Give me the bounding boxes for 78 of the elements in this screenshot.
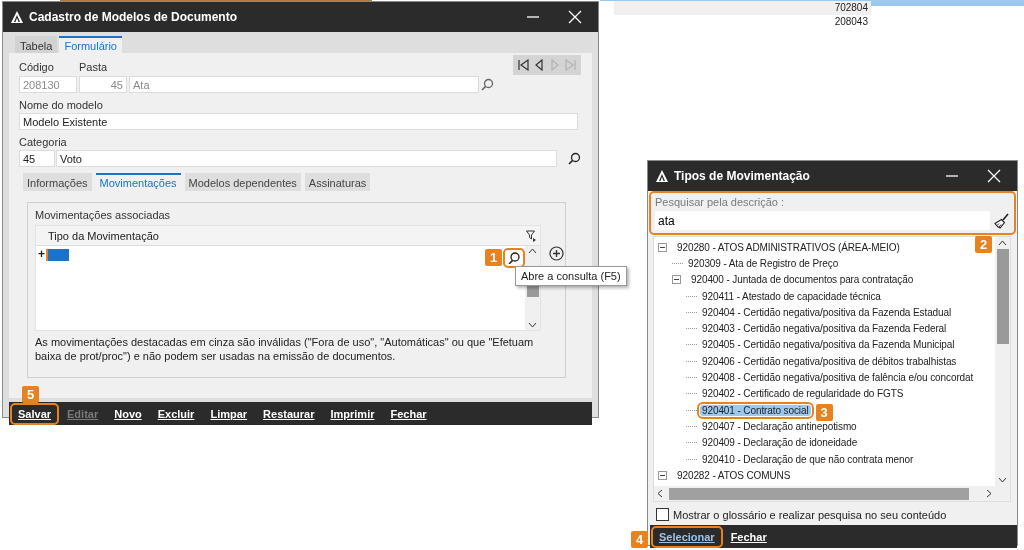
tab[interactable]: Informações [23, 173, 92, 191]
first-record-icon[interactable] [517, 59, 529, 71]
input-field[interactable]: Voto [55, 150, 558, 167]
search-field[interactable]: ata [655, 211, 990, 230]
tab[interactable]: Formulário [59, 36, 122, 53]
add-icon[interactable] [549, 246, 564, 261]
scroll-right-icon[interactable] [986, 489, 992, 498]
tree-item[interactable]: 920407 - Declaração antinepotismo [700, 420, 859, 432]
tree-item[interactable]: 920402 - Certificado de regularidade do FGTS [700, 388, 906, 400]
toolbar-button[interactable]: Excluir [151, 404, 201, 423]
field-label: Pasta [79, 61, 109, 74]
app-logo-icon [11, 11, 23, 23]
toolbar-button[interactable]: Salvar [12, 404, 58, 423]
column-header: Tipo da Movimentação [48, 229, 159, 242]
toolbar-button[interactable]: Novo [108, 404, 148, 423]
toolbar-button[interactable]: Restaurar [257, 404, 321, 423]
tree-item[interactable]: 920400 - Juntada de documentos para contratação [689, 274, 916, 286]
toolbar-button[interactable]: Fechar [724, 527, 773, 546]
callout-badge: 4 [631, 530, 648, 548]
tab[interactable]: Modelos dependentes [184, 173, 301, 191]
toolbar-button[interactable]: Limpar [204, 404, 254, 423]
scroll-down-icon[interactable] [998, 477, 1007, 483]
table-cell: 702804 [614, 1, 871, 15]
field-label: Categoria [19, 136, 68, 149]
window-title: Tipos de Movimentação [674, 169, 811, 183]
tree-item[interactable]: 920280 - ATOS ADMINISTRATIVOS (ÁREA-MEIO) [675, 241, 902, 253]
scroll-thumb[interactable] [996, 249, 1009, 344]
callout-badge: 1 [485, 249, 502, 266]
tree-item[interactable]: 920401 - Contrato social [700, 404, 811, 416]
broom-icon[interactable] [994, 212, 1010, 229]
collapse-icon[interactable] [658, 470, 667, 480]
callout-badge: 3 [815, 403, 833, 421]
tree-item[interactable]: 920410 - Declaração de que não contrata menor [700, 453, 916, 465]
field-label: Pesquisar pela descrição : [655, 196, 785, 209]
tooltip: Abre a consulta (F5) [515, 266, 627, 286]
table-cell-text: 208043 [833, 15, 869, 29]
tree-item[interactable]: 920409 - Declaração de idoneidade [700, 437, 860, 449]
close-icon[interactable] [568, 10, 582, 24]
checkbox[interactable] [656, 508, 669, 521]
collapse-icon[interactable] [658, 242, 667, 252]
search-icon[interactable] [568, 151, 582, 166]
checkbox-label: Mostrar o glossário e realizar pesquisa no seu conteúdo [673, 508, 947, 521]
field-label: Código [19, 61, 55, 74]
scroll-up-icon[interactable] [998, 240, 1007, 246]
tree-item[interactable]: 920406 - Certidão negativa/positiva de débitos trabalhistas [700, 355, 959, 367]
window-title: Cadastro de Modelos de Documento [29, 10, 239, 24]
scroll-left-icon[interactable] [657, 489, 663, 498]
tab[interactable]: Assinaturas [304, 173, 371, 191]
callout-badge: 2 [975, 236, 992, 253]
input-field[interactable]: 45 [19, 150, 55, 167]
info-text: As movimentações destacadas em cinza são inválidas ("Fora de uso", "Automáticas" ou que "Efetuam baixa de prot/proc") e não podem ser usadas na emissão de documentos. [35, 335, 535, 363]
group-title: Movimentações associadas [35, 209, 172, 222]
field-label: Nome do modelo [19, 99, 104, 112]
tree-item[interactable]: 920405 - Certidão negativa/positiva da Fazenda Municipal [700, 339, 957, 351]
tree-item[interactable]: 920309 - Ata de Registro de Preço [686, 257, 841, 269]
toolbar-button[interactable]: Imprimir [324, 404, 381, 423]
collapse-icon[interactable] [672, 275, 681, 285]
tab[interactable]: Tabela [15, 36, 58, 53]
app-logo-icon [656, 170, 668, 182]
tree-item[interactable]: 920403 - Certidão negativa/positiva da Fazenda Federal [700, 323, 949, 335]
tree-item[interactable]: 920404 - Certidão negativa/positiva da Fazenda Estadual [700, 306, 954, 318]
search-button[interactable] [505, 250, 523, 266]
scroll-down-icon[interactable] [528, 322, 537, 328]
tab[interactable]: Movimentações [95, 173, 181, 191]
selected-cell[interactable] [46, 249, 69, 261]
input-field[interactable]: Modelo Existente [19, 113, 578, 130]
tree-item[interactable]: 920282 - ATOS COMUNS [675, 469, 793, 481]
scroll-thumb[interactable] [669, 487, 969, 500]
tree-item[interactable]: 920411 - Atestado de capacidade técnica [700, 290, 883, 302]
search-icon [508, 252, 520, 264]
filter-icon[interactable] [526, 229, 536, 242]
close-icon[interactable] [987, 169, 1001, 183]
row-marker: + [38, 249, 45, 260]
toolbar-button[interactable]: Selecionar [653, 527, 721, 546]
previous-record-icon[interactable] [533, 59, 545, 71]
tree-item[interactable]: 920408 - Certidão negativa/positiva de falência e/ou concordat [700, 372, 976, 383]
toolbar-button[interactable]: Fechar [384, 404, 433, 423]
scroll-up-icon[interactable] [528, 248, 537, 254]
